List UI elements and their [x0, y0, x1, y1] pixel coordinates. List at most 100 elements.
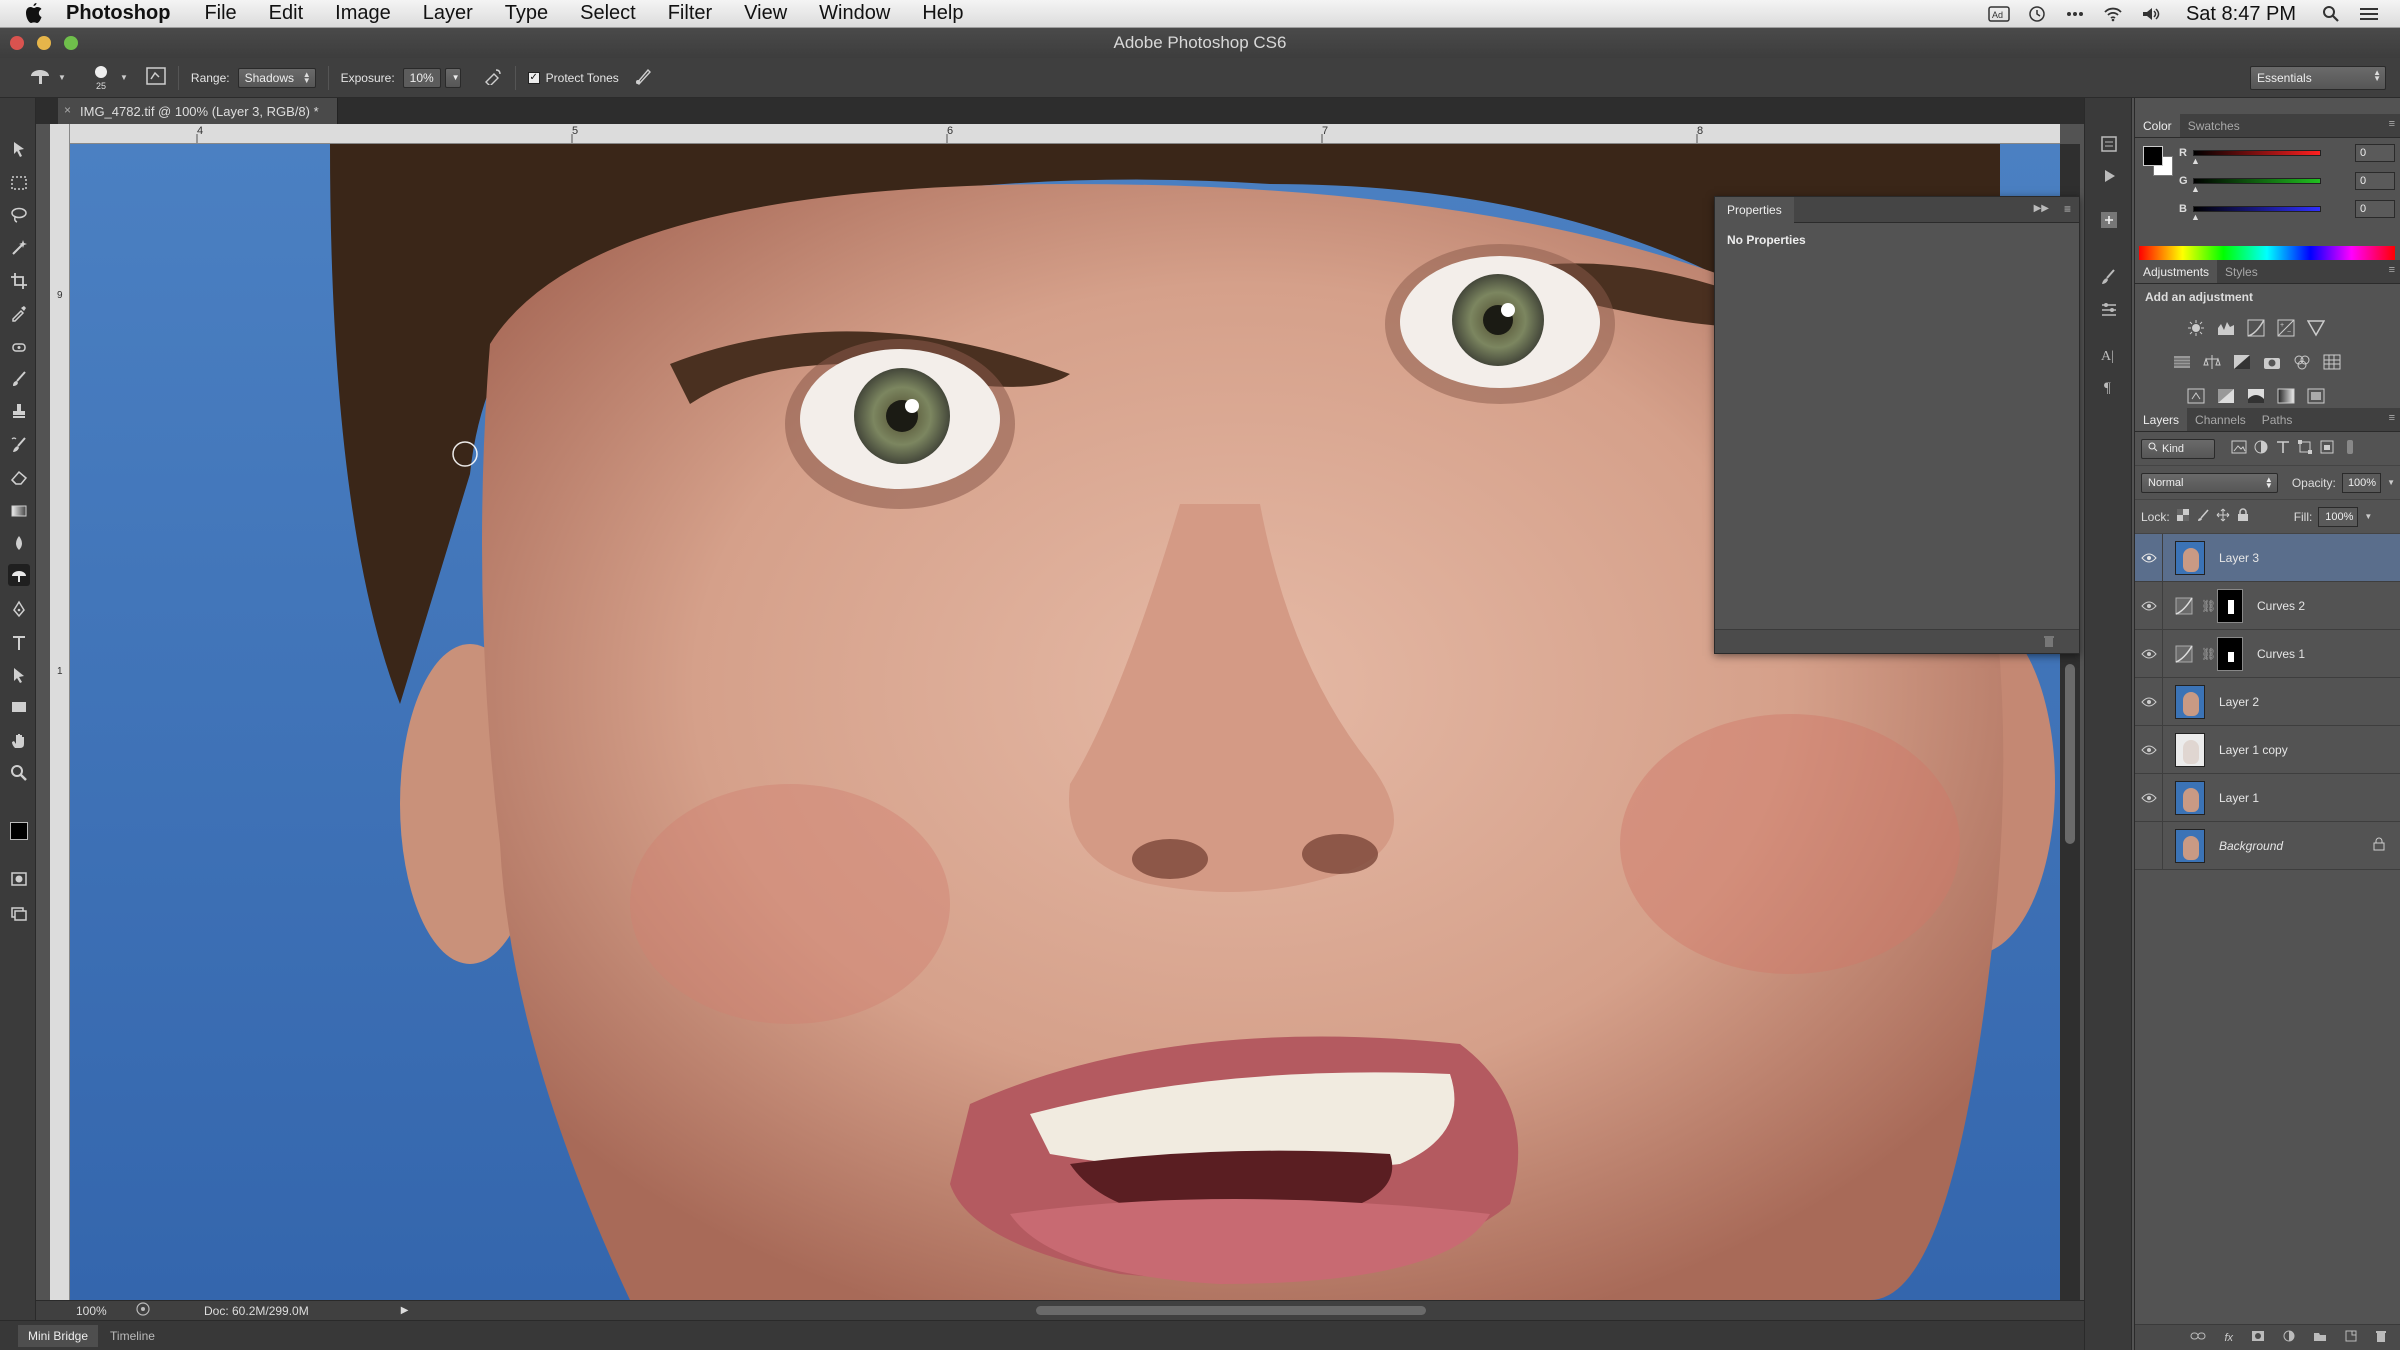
tab-timeline[interactable]: Timeline: [100, 1325, 165, 1347]
wifi-icon[interactable]: [2102, 5, 2124, 23]
hand-tool-icon[interactable]: [8, 730, 30, 752]
lock-icon[interactable]: [2373, 837, 2385, 854]
eyedropper-tool-icon[interactable]: [8, 302, 30, 324]
panel-menu-icon[interactable]: ≡: [2064, 202, 2071, 216]
clone-stamp-tool-icon[interactable]: [8, 400, 30, 422]
zoom-level[interactable]: 100%: [76, 1304, 136, 1318]
menu-edit[interactable]: Edit: [269, 2, 303, 25]
layer-filter-kind-select[interactable]: Kind: [2141, 438, 2215, 459]
status-menu-arrow-icon[interactable]: ▶: [401, 1305, 409, 1316]
visibility-eye-icon[interactable]: [2135, 725, 2163, 774]
tab-channels[interactable]: Channels: [2187, 408, 2254, 431]
color-lookup-icon[interactable]: [2321, 352, 2343, 372]
slider-knob-icon[interactable]: ▲: [2191, 156, 2200, 166]
adobe-badge-icon[interactable]: Ad: [1988, 5, 2010, 23]
airbrush-icon[interactable]: [483, 67, 503, 88]
menu-filter[interactable]: Filter: [668, 2, 712, 25]
layer-mask-thumbnail[interactable]: [2217, 588, 2243, 623]
brush-panel-icon[interactable]: [2097, 266, 2121, 290]
curves-icon[interactable]: [2245, 318, 2267, 338]
status-info-icon[interactable]: [136, 1302, 150, 1319]
blur-tool-icon[interactable]: [8, 532, 30, 554]
layer-name[interactable]: Layer 1: [2219, 791, 2259, 805]
add-mask-icon[interactable]: [2251, 1330, 2265, 1345]
layer-row-curves-1[interactable]: ⛓ Curves 1: [2135, 629, 2400, 678]
layer-name[interactable]: Curves 1: [2257, 647, 2305, 661]
tab-layers[interactable]: Layers: [2135, 408, 2188, 431]
rectangle-tool-icon[interactable]: [8, 696, 30, 718]
volume-icon[interactable]: [2140, 5, 2162, 23]
invert-icon[interactable]: [2185, 386, 2207, 406]
lock-pixels-icon[interactable]: [2196, 508, 2210, 525]
menu-help[interactable]: Help: [922, 2, 963, 25]
chevron-down-icon[interactable]: ▼: [2387, 478, 2395, 487]
layer-name[interactable]: Layer 1 copy: [2219, 743, 2288, 757]
pen-tool-icon[interactable]: [8, 598, 30, 620]
filter-type-icon[interactable]: [2275, 440, 2291, 457]
collapse-panel-icon[interactable]: ▶▶: [2034, 203, 2049, 214]
green-value-input[interactable]: 0: [2355, 172, 2395, 190]
foreground-color-swatch[interactable]: [2143, 146, 2163, 166]
foreground-background-swatches[interactable]: [6, 818, 36, 852]
crop-tool-icon[interactable]: [8, 270, 30, 292]
gradient-map-icon[interactable]: [2275, 386, 2297, 406]
black-white-icon[interactable]: [2231, 352, 2253, 372]
horizontal-ruler[interactable]: 4 5 6 7 8: [70, 124, 2060, 144]
layer-row-layer-3[interactable]: Layer 3: [2135, 533, 2400, 582]
lock-position-icon[interactable]: [2216, 508, 2230, 525]
panel-menu-icon[interactable]: ≡: [2389, 118, 2395, 130]
close-window-button[interactable]: [10, 36, 24, 50]
layer-name[interactable]: Curves 2: [2257, 599, 2305, 613]
fill-input[interactable]: 100%: [2318, 506, 2359, 527]
filter-smart-object-icon[interactable]: [2319, 440, 2335, 457]
gradient-tool-icon[interactable]: [8, 500, 30, 522]
vibrance-icon[interactable]: [2305, 318, 2327, 338]
layer-name[interactable]: Background: [2219, 839, 2283, 853]
eraser-tool-icon[interactable]: [8, 466, 30, 488]
visibility-eye-icon[interactable]: [2135, 629, 2163, 678]
quick-selection-tool-icon[interactable]: [8, 236, 30, 258]
history-panel-icon[interactable]: [2097, 132, 2121, 156]
protect-tones-checkbox[interactable]: ✓: [527, 71, 540, 84]
lasso-tool-icon[interactable]: [8, 204, 30, 226]
zoom-tool-icon[interactable]: [8, 762, 30, 784]
fx-icon[interactable]: fx: [2224, 1332, 2233, 1344]
move-tool-icon[interactable]: [8, 138, 30, 160]
type-tool-icon[interactable]: [8, 632, 30, 654]
brightness-contrast-icon[interactable]: [2185, 318, 2207, 338]
tab-properties[interactable]: Properties: [1715, 196, 1794, 223]
tab-styles[interactable]: Styles: [2217, 260, 2266, 283]
menu-app-name[interactable]: Photoshop: [66, 2, 170, 25]
actions-panel-icon[interactable]: [2097, 164, 2121, 188]
filter-pixel-icon[interactable]: [2231, 440, 2247, 457]
scrollbar-thumb[interactable]: [2065, 664, 2075, 844]
panel-menu-icon[interactable]: ≡: [2389, 412, 2395, 424]
close-icon[interactable]: ×: [64, 103, 71, 117]
menu-layer[interactable]: Layer: [423, 2, 473, 25]
document-tab[interactable]: × IMG_4782.tif @ 100% (Layer 3, RGB/8) *: [58, 98, 338, 124]
red-slider-track[interactable]: [2193, 150, 2321, 156]
slider-knob-icon[interactable]: ▲: [2191, 184, 2200, 194]
green-slider-track[interactable]: [2193, 178, 2321, 184]
layer-row-layer-2[interactable]: Layer 2: [2135, 677, 2400, 726]
layer-name[interactable]: Layer 2: [2219, 695, 2259, 709]
hue-saturation-icon[interactable]: [2171, 352, 2193, 372]
posterize-icon[interactable]: [2215, 386, 2237, 406]
layer-row-background[interactable]: Background: [2135, 821, 2400, 870]
time-machine-icon[interactable]: [2026, 5, 2048, 23]
menu-type[interactable]: Type: [505, 2, 548, 25]
opacity-input[interactable]: 100%: [2341, 472, 2382, 493]
blend-mode-select[interactable]: Normal ▲ ▼: [2141, 472, 2278, 493]
color-balance-icon[interactable]: [2201, 352, 2223, 372]
quick-mask-icon[interactable]: [8, 868, 30, 890]
zoom-window-button[interactable]: [64, 36, 78, 50]
exposure-input[interactable]: 10%: [402, 67, 441, 88]
new-layer-icon[interactable]: [2345, 1330, 2357, 1345]
new-adjustment-icon[interactable]: [2283, 1330, 2295, 1345]
slider-knob-icon[interactable]: ▲: [2191, 212, 2200, 222]
tab-mini-bridge[interactable]: Mini Bridge: [18, 1324, 99, 1347]
layer-name[interactable]: Layer 3: [2219, 551, 2259, 565]
screen-mode-icon[interactable]: [8, 902, 30, 924]
mask-link-icon[interactable]: ⛓: [2201, 647, 2216, 661]
trash-icon[interactable]: [2043, 634, 2055, 653]
